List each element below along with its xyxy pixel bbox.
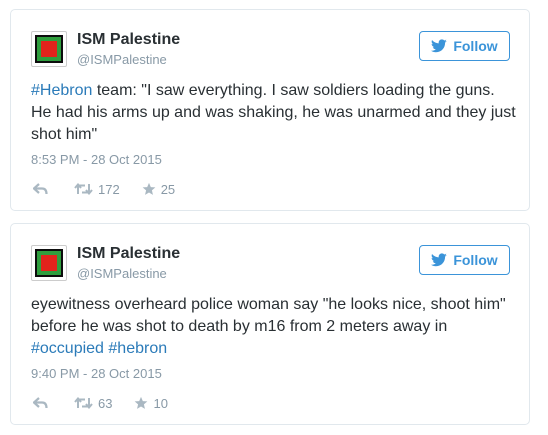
- tweet-card: ISM Palestine @ISMPalestine Follow #Hebr…: [10, 9, 530, 211]
- tweet-actions: 172 25: [33, 181, 175, 197]
- reply-button[interactable]: [33, 397, 48, 409]
- tweet-body: eyewitness overheard police woman say "h…: [31, 296, 506, 335]
- follow-button[interactable]: Follow: [419, 31, 510, 61]
- twitter-bird-icon: [431, 253, 448, 267]
- reply-button[interactable]: [33, 183, 48, 195]
- tweet-actions: 63 10: [33, 395, 168, 411]
- hashtag-link[interactable]: #Hebron: [31, 82, 92, 99]
- hashtag-link[interactable]: #hebron: [108, 340, 167, 357]
- display-name[interactable]: ISM Palestine: [77, 31, 180, 49]
- timestamp[interactable]: 9:40 PM - 28 Oct 2015: [31, 366, 162, 381]
- twitter-bird-icon: [431, 39, 448, 53]
- screen-name[interactable]: @ISMPalestine: [77, 266, 167, 281]
- like-button[interactable]: 10: [134, 395, 168, 411]
- avatar-logo: [35, 249, 63, 277]
- follow-label: Follow: [453, 252, 498, 268]
- avatar[interactable]: [31, 31, 67, 67]
- like-count: 10: [153, 395, 168, 411]
- retweet-count: 172: [98, 181, 120, 197]
- follow-label: Follow: [453, 38, 498, 54]
- hashtag-link[interactable]: #occupied: [31, 340, 104, 357]
- tweet-text: eyewitness overheard police woman say "h…: [31, 294, 516, 360]
- tweet-card: ISM Palestine @ISMPalestine Follow eyewi…: [10, 223, 530, 425]
- retweet-button[interactable]: 63: [74, 396, 112, 411]
- like-button[interactable]: 25: [142, 182, 175, 197]
- star-icon: [142, 182, 156, 195]
- timestamp[interactable]: 8:53 PM - 28 Oct 2015: [31, 152, 162, 167]
- tweet-text: #Hebron team: "I saw everything. I saw s…: [31, 80, 516, 146]
- avatar[interactable]: [31, 245, 67, 281]
- star-icon: [135, 396, 148, 409]
- retweet-button[interactable]: 172: [74, 182, 120, 197]
- reply-arrow-icon: [33, 397, 48, 409]
- retweet-icon: [74, 397, 93, 409]
- tweet-body: team: "I saw everything. I saw soldiers …: [31, 82, 516, 143]
- retweet-count: 63: [98, 395, 113, 411]
- display-name[interactable]: ISM Palestine: [77, 245, 180, 263]
- follow-button[interactable]: Follow: [419, 245, 510, 275]
- reply-arrow-icon: [33, 183, 48, 195]
- retweet-icon: [74, 183, 93, 195]
- avatar-logo: [35, 35, 63, 63]
- like-count: 25: [160, 181, 176, 197]
- screen-name[interactable]: @ISMPalestine: [77, 52, 167, 67]
